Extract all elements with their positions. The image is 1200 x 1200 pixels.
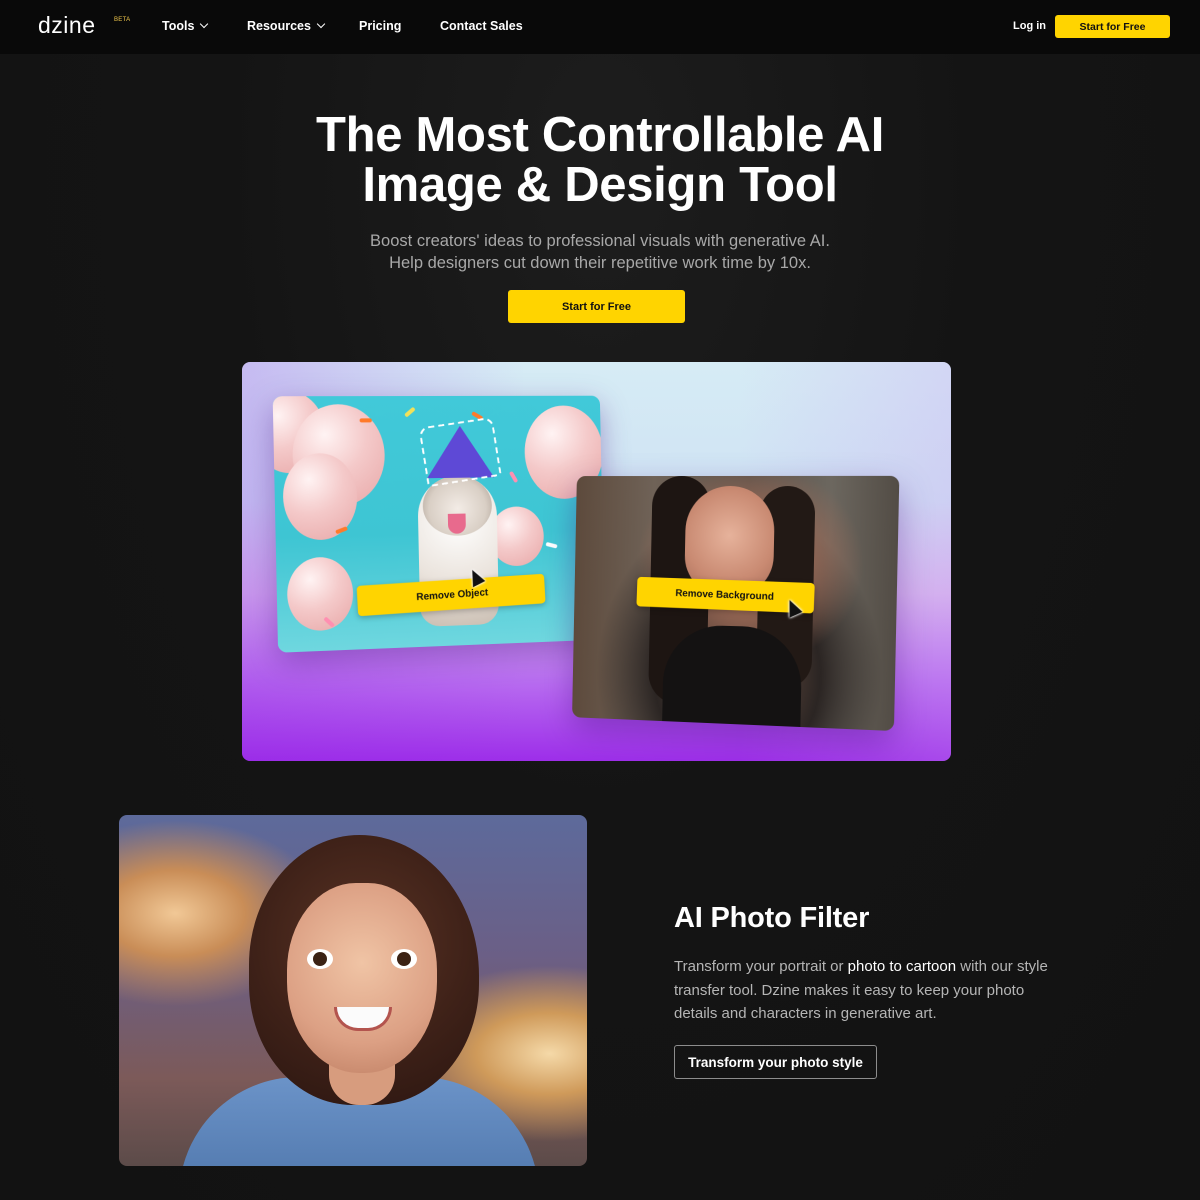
remove-object-demo-card: Remove Object [272,395,605,653]
dog-tongue-image [447,513,466,534]
photo-to-cartoon-link[interactable]: photo to cartoon [848,958,956,975]
nav-item-contact-sales[interactable]: Contact Sales [440,19,523,33]
remove-background-demo-card: Remove Background [572,475,900,732]
confetti-shape [404,406,416,418]
chevron-down-icon [200,19,209,29]
cartoon-portrait-image [119,815,587,1166]
top-navigation: dzine BETA Tools Resources Pricing Conta… [0,0,1200,54]
confetti-shape [545,541,558,549]
showcase-demo: Remove Object Remove Background [242,362,951,761]
hero-start-for-free-button[interactable]: Start for Free [508,290,685,323]
nav-item-resources[interactable]: Resources [247,19,326,33]
confetti-shape [359,418,372,423]
nav-item-label: Resources [247,19,311,33]
nav-item-pricing[interactable]: Pricing [359,19,401,33]
beta-badge: BETA [114,17,131,23]
nav-item-tools[interactable]: Tools [162,19,209,33]
selection-outline [418,416,502,488]
eye-image [307,949,333,969]
transform-photo-style-button[interactable]: Transform your photo style [674,1045,877,1079]
logo[interactable]: dzine [38,12,95,39]
nav-item-label: Contact Sales [440,19,523,33]
eye-image [391,949,417,969]
hero-subtitle-line-2: Help designers cut down their repetitive… [389,254,811,272]
face-image [287,883,437,1073]
nav-item-label: Tools [162,19,195,33]
nav-item-label: Pricing [359,19,402,33]
login-link[interactable]: Log in [1013,20,1046,32]
start-for-free-button[interactable]: Start for Free [1055,15,1170,38]
hero-title: The Most Controllable AI Image & Design … [0,110,1200,210]
balloon-image [286,556,354,632]
hero-title-line-2: Image & Design Tool [362,158,838,212]
chevron-down-icon [316,19,326,29]
confetti-shape [508,470,519,484]
hero-subtitle: Boost creators' ideas to professional vi… [0,230,1200,274]
hero-subtitle-line-1: Boost creators' ideas to professional vi… [370,232,830,250]
feature-desc-text: Transform your portrait or [674,958,848,975]
feature-description: Transform your portrait or photo to cart… [674,955,1069,1026]
feature-title: AI Photo Filter [674,902,870,934]
hero-title-line-1: The Most Controllable AI [315,108,885,162]
